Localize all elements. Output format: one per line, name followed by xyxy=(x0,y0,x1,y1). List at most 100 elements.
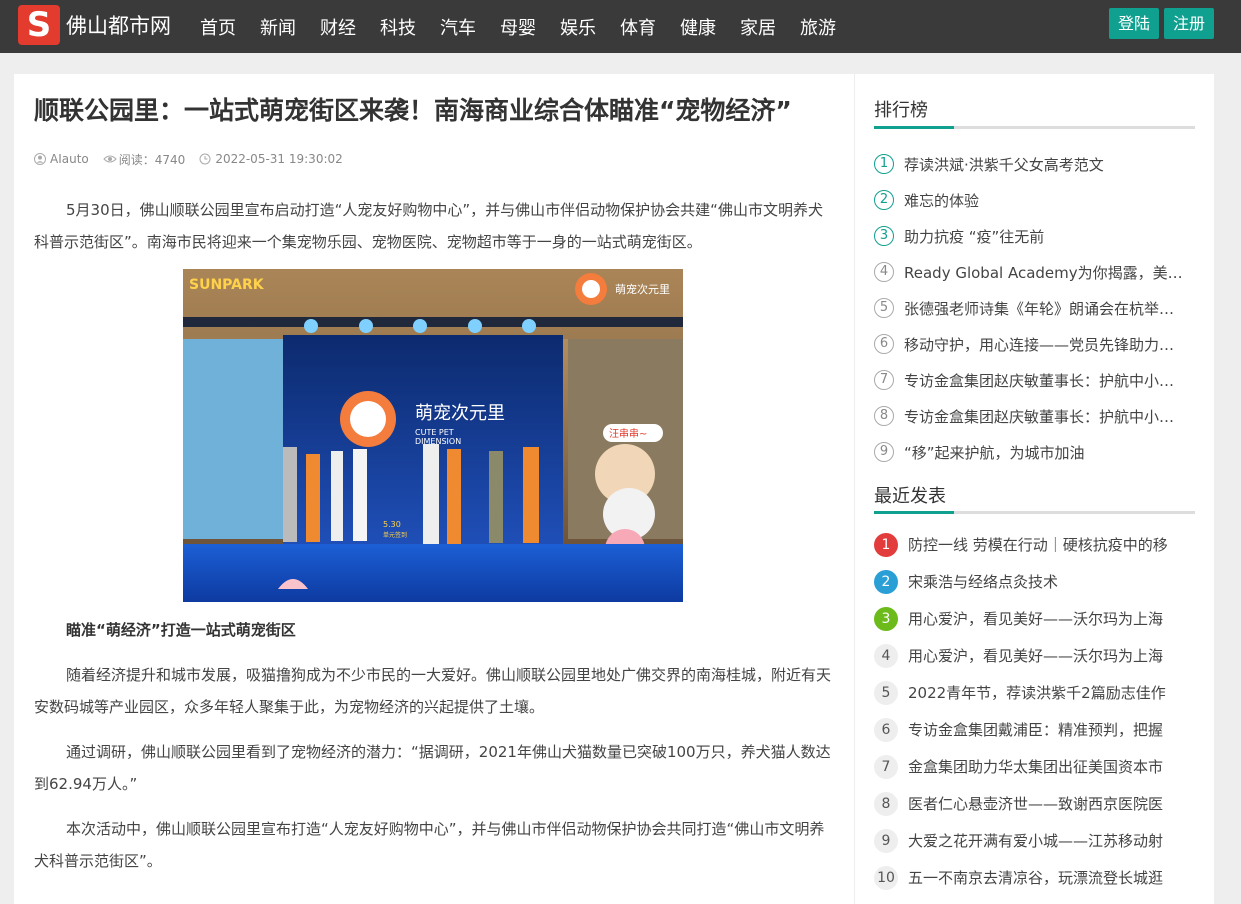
recent-divider xyxy=(874,511,1195,514)
recent-item[interactable]: 5 2022青年节，荐读洪紫千2篇励志佳作 xyxy=(874,674,1194,711)
login-button[interactable]: 登陆 xyxy=(1108,8,1159,39)
recent-item[interactable]: 10 五一不南京去清凉谷，玩漂流登长城逛 xyxy=(874,859,1194,896)
recent-title: 最近发表 xyxy=(874,486,946,507)
recent-item[interactable]: 9 大爱之花开满有爱小城——江苏移动射 xyxy=(874,822,1194,859)
user-icon xyxy=(34,153,46,165)
nav-item-home[interactable]: 首页 xyxy=(200,14,236,40)
logo-mark: S xyxy=(18,5,60,45)
rank-number: 4 xyxy=(874,262,894,282)
recent-number: 10 xyxy=(874,865,898,890)
photo-top-brand: 萌宠次元里 xyxy=(615,282,670,296)
recent-item[interactable]: 8 医者仁心悬壶济世——致谢西京医院医 xyxy=(874,785,1194,822)
nav-item-finance[interactable]: 财经 xyxy=(320,14,356,40)
recent-item[interactable]: 3 用心爱沪，看见美好——沃尔玛为上海 xyxy=(874,600,1194,637)
recent-number: 3 xyxy=(874,606,898,631)
top-navbar: S 佛山都市网 首页 新闻 财经 科技 汽车 母婴 娱乐 体育 健康 家居 旅游… xyxy=(0,0,1241,53)
photo-stage-caption: 单元签到 xyxy=(383,531,407,539)
ranking-item[interactable]: 7 专访金盒集团赵庆敏董事长：护航中小… xyxy=(874,362,1194,398)
recent-link[interactable]: 2022青年节，荐读洪紫千2篇励志佳作 xyxy=(908,682,1166,703)
meta-reads: 阅读：4740 xyxy=(103,151,186,168)
ranking-item[interactable]: 1 荐读洪斌·洪紫千父女高考范文 xyxy=(874,146,1194,182)
recent-item[interactable]: 4 用心爱沪，看见美好——沃尔玛为上海 xyxy=(874,637,1194,674)
nav-item-entertainment[interactable]: 娱乐 xyxy=(560,14,596,40)
ranking-divider xyxy=(874,126,1195,129)
nav-item-baby[interactable]: 母婴 xyxy=(500,14,536,40)
article-meta: AIauto 阅读：4740 2022-05-31 19:30:02 xyxy=(34,150,832,168)
recent-number: 9 xyxy=(874,828,898,853)
read-count: 阅读：4740 xyxy=(118,152,186,167)
sidebar: 排行榜 1 荐读洪斌·洪紫千父女高考范文 2 难忘的体验 3 助力抗疫 “疫”往无前 … xyxy=(854,74,1200,904)
nav-item-sports[interactable]: 体育 xyxy=(620,14,656,40)
recent-link[interactable]: 用心爱沪，看见美好——沃尔玛为上海 xyxy=(908,645,1163,666)
rank-link[interactable]: 专访金盒集团赵庆敏董事长：护航中小… xyxy=(904,370,1174,391)
nav-item-home-decor[interactable]: 家居 xyxy=(740,14,776,40)
rank-link[interactable]: 难忘的体验 xyxy=(904,190,979,211)
recent-link[interactable]: 五一不南京去清凉谷，玩漂流登长城逛 xyxy=(908,867,1163,888)
recent-link[interactable]: 大爱之花开满有爱小城——江苏移动射 xyxy=(908,830,1163,851)
rank-link[interactable]: Ready Global Academy为你揭露，美… xyxy=(904,262,1183,283)
nav-item-auto[interactable]: 汽车 xyxy=(440,14,476,40)
article-title: 顺联公园里：一站式萌宠街区来袭！南海商业综合体瞄准“宠物经济” xyxy=(34,96,792,125)
register-button[interactable]: 注册 xyxy=(1163,8,1214,39)
article-photo: 萌宠次元里 CUTE PET DIMENSION 5.30 单元签到 汪串串~ … xyxy=(183,269,683,602)
ranking-item[interactable]: 8 专访金盒集团赵庆敏董事长：护航中小… xyxy=(874,398,1194,434)
article-subheading: 瞄准“萌经济”打造一站式萌宠街区 xyxy=(66,621,296,639)
recent-link[interactable]: 专访金盒集团戴浦臣：精准预判，把握 xyxy=(908,719,1163,740)
author-name[interactable]: AIauto xyxy=(50,152,89,166)
recent-number: 5 xyxy=(874,680,898,705)
meta-author: AIauto xyxy=(34,152,89,166)
rank-number: 1 xyxy=(874,154,894,174)
rank-number: 8 xyxy=(874,406,894,426)
main-container: 顺联公园里：一站式萌宠街区来袭！南海商业综合体瞄准“宠物经济” AIauto 阅… xyxy=(14,74,1214,904)
nav-item-health[interactable]: 健康 xyxy=(680,14,716,40)
recent-link[interactable]: 用心爱沪，看见美好——沃尔玛为上海 xyxy=(908,608,1163,629)
rank-link[interactable]: 荐读洪斌·洪紫千父女高考范文 xyxy=(904,154,1104,175)
ranking-item[interactable]: 5 张德强老师诗集《年轮》朗诵会在杭举… xyxy=(874,290,1194,326)
ranking-item[interactable]: 6 移动守护，用心连接——党员先锋助力… xyxy=(874,326,1194,362)
clock-icon xyxy=(199,153,211,165)
article: 顺联公园里：一站式萌宠街区来袭！南海商业综合体瞄准“宠物经济” AIauto 阅… xyxy=(34,94,832,877)
recent-item[interactable]: 1 防控一线 劳模在行动｜硬核抗疫中的移 xyxy=(874,526,1194,563)
recent-item[interactable]: 2 宋乘浩与经络点灸技术 xyxy=(874,563,1194,600)
recent-link[interactable]: 宋乘浩与经络点灸技术 xyxy=(908,571,1058,592)
article-paragraph-2: 随着经济提升和城市发展，吸猫撸狗成为不少市民的一大爱好。佛山顺联公园里地处广佛交… xyxy=(34,666,832,716)
rank-number: 3 xyxy=(874,226,894,246)
recent-number: 1 xyxy=(874,532,898,557)
ranking-item[interactable]: 9 “移”起来护航，为城市加油 xyxy=(874,434,1194,470)
site-logo[interactable]: S 佛山都市网 xyxy=(18,5,171,45)
ranking-list: 1 荐读洪斌·洪紫千父女高考范文 2 难忘的体验 3 助力抗疫 “疫”往无前 4 Rea… xyxy=(874,146,1194,470)
publish-date: 2022-05-31 19:30:02 xyxy=(215,152,343,166)
rank-number: 6 xyxy=(874,334,894,354)
event-stage-photo: 萌宠次元里 CUTE PET DIMENSION 5.30 单元签到 汪串串~ … xyxy=(183,269,683,602)
rank-link[interactable]: 移动守护，用心连接——党员先锋助力… xyxy=(904,334,1174,355)
recent-item[interactable]: 7 金盒集团助力华太集团出征美国资本市 xyxy=(874,748,1194,785)
recent-number: 4 xyxy=(874,643,898,668)
rank-link[interactable]: 专访金盒集团赵庆敏董事长：护航中小… xyxy=(904,406,1174,427)
ranking-item[interactable]: 4 Ready Global Academy为你揭露，美… xyxy=(874,254,1194,290)
recent-link[interactable]: 金盒集团助力华太集团出征美国资本市 xyxy=(908,756,1163,777)
meta-date: 2022-05-31 19:30:02 xyxy=(199,152,343,166)
rank-link[interactable]: 张德强老师诗集《年轮》朗诵会在杭举… xyxy=(904,298,1174,319)
photo-corner-logo: SUNPARK xyxy=(189,277,265,293)
photo-sign-text: 汪串串~ xyxy=(609,428,647,440)
rank-number: 7 xyxy=(874,370,894,390)
rank-number: 5 xyxy=(874,298,894,318)
recent-link[interactable]: 医者仁心悬壶济世——致谢西京医院医 xyxy=(908,793,1163,814)
rank-link[interactable]: “移”起来护航，为城市加油 xyxy=(904,442,1085,463)
auth-buttons: 登陆 注册 xyxy=(1108,8,1214,39)
rank-number: 2 xyxy=(874,190,894,210)
recent-number: 8 xyxy=(874,791,898,816)
recent-link[interactable]: 防控一线 劳模在行动｜硬核抗疫中的移 xyxy=(908,534,1168,555)
rank-link[interactable]: 助力抗疫 “疫”往无前 xyxy=(904,226,1044,247)
recent-number: 6 xyxy=(874,717,898,742)
article-paragraph-3: 通过调研，佛山顺联公园里看到了宠物经济的潜力：“据调研，2021年佛山犬猫数量已… xyxy=(34,743,831,793)
nav-item-travel[interactable]: 旅游 xyxy=(800,14,836,40)
nav-item-news[interactable]: 新闻 xyxy=(260,14,296,40)
recent-item[interactable]: 6 专访金盒集团戴浦臣：精准预判，把握 xyxy=(874,711,1194,748)
ranking-title: 排行榜 xyxy=(874,100,928,121)
ranking-item[interactable]: 3 助力抗疫 “疫”往无前 xyxy=(874,218,1194,254)
ranking-item[interactable]: 2 难忘的体验 xyxy=(874,182,1194,218)
article-paragraph-4: 本次活动中，佛山顺联公园里宣布打造“人宠友好购物中心”，并与佛山市伴侣动物保护协… xyxy=(34,820,825,870)
nav-item-tech[interactable]: 科技 xyxy=(380,14,416,40)
rank-number: 9 xyxy=(874,442,894,462)
